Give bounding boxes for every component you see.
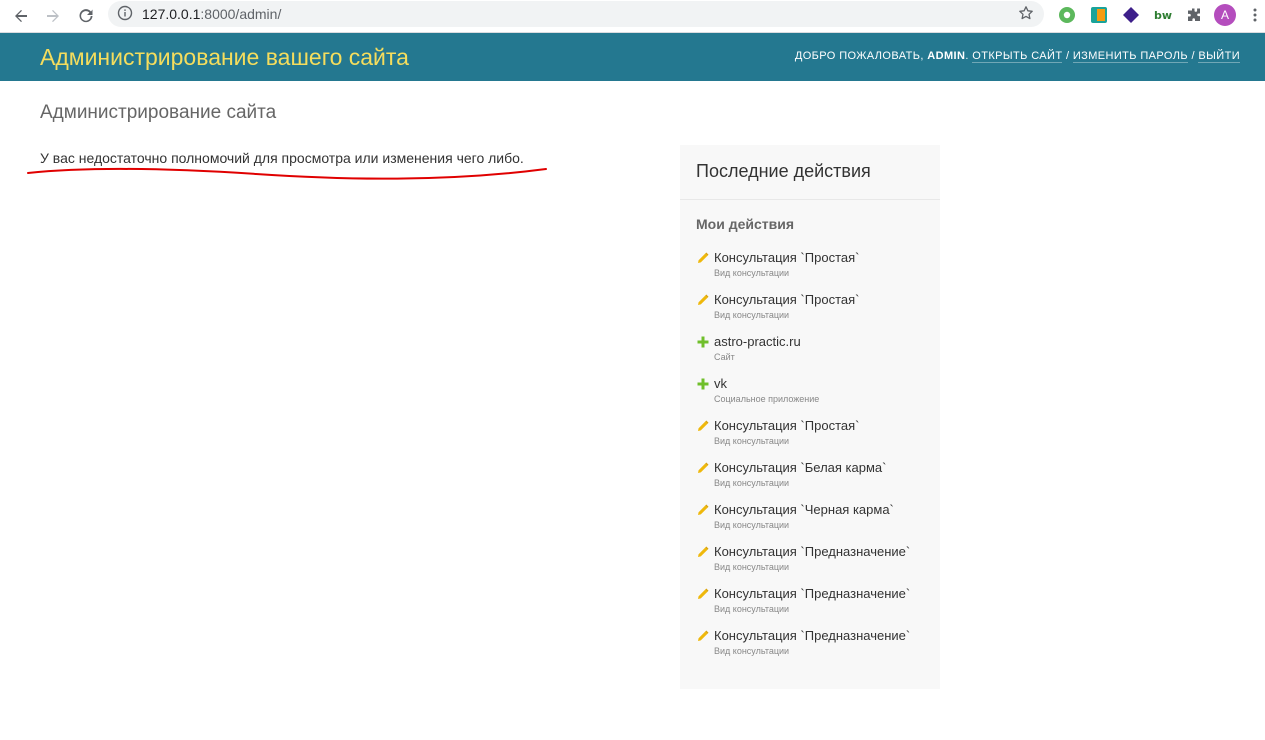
view-site-link[interactable]: ОТКРЫТЬ САЙТ xyxy=(972,50,1063,63)
address-bar[interactable]: 127.0.0.1:8000/admin/ xyxy=(108,1,1044,27)
action-title-link[interactable]: vk xyxy=(714,376,727,391)
pencil-icon xyxy=(696,503,710,517)
svg-text:bw: bw xyxy=(1154,9,1172,22)
action-content-type: Вид консультации xyxy=(714,646,790,656)
action-title-link[interactable]: astro-practic.ru xyxy=(714,334,801,349)
bookmark-star-icon[interactable] xyxy=(1018,5,1034,26)
action-list: Консультация `Простая` Вид консультации Ко… xyxy=(696,249,932,669)
extension-bw-icon[interactable]: bw xyxy=(1152,4,1174,26)
browser-menu-icon[interactable] xyxy=(1248,4,1262,26)
admin-header: Администрирование вашего сайта ДОБРО ПОЖ… xyxy=(0,33,1265,81)
logout-link[interactable]: ВЫЙТИ xyxy=(1198,50,1240,63)
action-title-link[interactable]: Консультация `Предназначение` xyxy=(714,544,910,559)
info-icon[interactable] xyxy=(117,5,133,26)
back-arrow-icon[interactable] xyxy=(9,4,33,28)
plus-icon xyxy=(696,335,710,349)
action-content-type: Вид консультации xyxy=(714,310,790,320)
action-title-link[interactable]: Консультация `Простая` xyxy=(714,292,859,307)
separator: / xyxy=(1065,50,1070,62)
pencil-icon xyxy=(696,587,710,601)
url-text: 127.0.0.1:8000/admin/ xyxy=(142,6,281,22)
list-item: Консультация `Простая` Вид консультации xyxy=(696,291,932,333)
list-item: Консультация `Простая` Вид консультации xyxy=(696,249,932,291)
recent-actions-title: Последние действия xyxy=(696,161,871,181)
url-host: 127.0.0.1 xyxy=(142,6,201,22)
list-item: Консультация `Предназначение` Вид консуль… xyxy=(696,627,932,669)
action-content-type: Вид консультации xyxy=(714,436,790,446)
change-password-link[interactable]: ИЗМЕНИТЬ ПАРОЛЬ xyxy=(1072,50,1188,63)
profile-initial: A xyxy=(1220,8,1229,22)
extension-purple-diamond-icon[interactable] xyxy=(1120,4,1142,26)
pencil-icon xyxy=(696,293,710,307)
pencil-icon xyxy=(696,419,710,433)
action-title-link[interactable]: Консультация `Простая` xyxy=(714,250,859,265)
action-content-type: Вид консультации xyxy=(714,478,790,488)
browser-toolbar: 127.0.0.1:8000/admin/ bw A xyxy=(0,0,1265,33)
action-title-link[interactable]: Консультация `Белая карма` xyxy=(714,460,887,475)
recent-actions-panel: Последние действия Мои действия Консульт… xyxy=(680,145,940,689)
pencil-icon xyxy=(696,629,710,643)
pencil-icon xyxy=(696,251,710,265)
action-title-link[interactable]: Консультация `Черная карма` xyxy=(714,502,894,517)
action-content-type: Вид консультации xyxy=(714,604,790,614)
reload-icon[interactable] xyxy=(74,4,98,28)
list-item: Консультация `Предназначение` Вид консуль… xyxy=(696,585,932,627)
welcome-text: ДОБРО ПОЖАЛОВАТЬ, xyxy=(794,50,924,62)
list-item: Консультация `Простая` Вид консультации xyxy=(696,417,932,459)
forward-arrow-icon[interactable] xyxy=(41,4,65,28)
url-path: :8000/admin/ xyxy=(200,6,282,22)
action-title-link[interactable]: Консультация `Предназначение` xyxy=(714,628,910,643)
pencil-icon xyxy=(696,545,710,559)
pencil-icon xyxy=(696,461,710,475)
extension-green-gear-icon[interactable] xyxy=(1056,4,1078,26)
action-content-type: Социальное приложение xyxy=(714,394,820,404)
username: ADMIN xyxy=(927,50,966,62)
site-branding[interactable]: Администрирование вашего сайта xyxy=(40,44,409,71)
divider xyxy=(680,199,940,200)
page-title: Администрирование сайта xyxy=(40,102,277,123)
list-item: Консультация `Черная карма` Вид консульта… xyxy=(696,501,932,543)
extension-colorful-icon[interactable] xyxy=(1088,4,1110,26)
extensions-puzzle-icon[interactable] xyxy=(1183,4,1205,26)
separator: / xyxy=(1191,50,1195,62)
action-content-type: Сайт xyxy=(714,352,735,362)
user-tools: ДОБРО ПОЖАЛОВАТЬ, ADMIN. ОТКРЫТЬ САЙТ / … xyxy=(794,50,1240,63)
action-title-link[interactable]: Консультация `Простая` xyxy=(714,418,859,433)
list-item: Консультация `Предназначение` Вид консуль… xyxy=(696,543,932,585)
plus-icon xyxy=(696,377,710,391)
action-content-type: Вид консультации xyxy=(714,268,790,278)
action-content-type: Вид консультации xyxy=(714,520,790,530)
action-title-link[interactable]: Консультация `Предназначение` xyxy=(714,586,910,601)
my-actions-subtitle: Мои действия xyxy=(696,216,795,232)
red-underline-annotation xyxy=(27,167,547,180)
profile-avatar[interactable]: A xyxy=(1214,4,1236,26)
list-item: Консультация `Белая карма` Вид консультац… xyxy=(696,459,932,501)
list-item: vk Социальное приложение xyxy=(696,375,932,417)
list-item: astro-practic.ru Сайт xyxy=(696,333,932,375)
action-content-type: Вид консультации xyxy=(714,562,790,572)
